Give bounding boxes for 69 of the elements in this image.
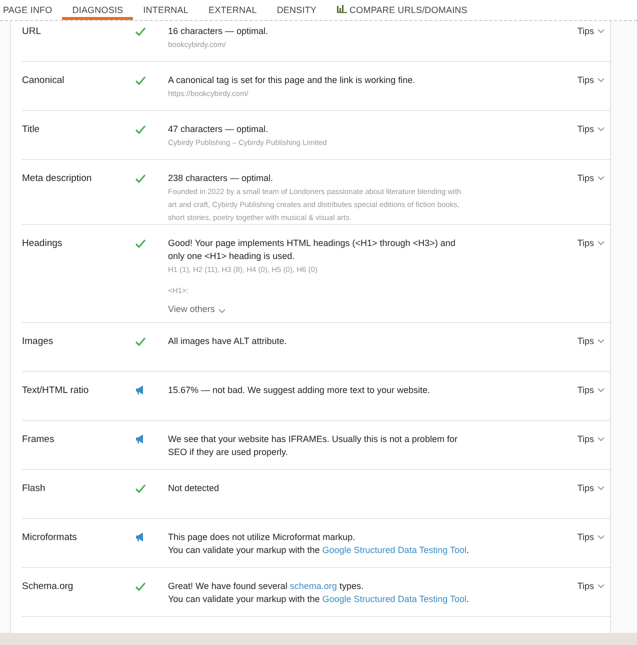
chevron-down-icon	[597, 485, 605, 491]
view-others-button[interactable]: View others	[168, 303, 226, 316]
tips-button[interactable]: Tips	[577, 25, 605, 37]
check-label: Text/HTML ratio	[22, 384, 90, 398]
tab[interactable]: PAGE INFO	[3, 0, 62, 20]
tab[interactable]: DIAGNOSIS	[62, 0, 134, 20]
checkmark-icon	[135, 484, 146, 493]
bar-chart-icon	[336, 4, 347, 13]
tips-button[interactable]: Tips	[577, 482, 605, 494]
check-message: All images have ALT attribute.	[168, 335, 288, 348]
check-label: URL	[22, 25, 42, 39]
link[interactable]: Google Structured Data Testing Tool	[322, 594, 467, 604]
check-message: Great! We have found several schema.org types.	[168, 580, 364, 593]
chevron-down-icon	[597, 387, 605, 393]
check-message: A canonical tag is set for this page and the link is working fine.	[168, 74, 416, 87]
check-message: 238 characters — optimal.	[168, 172, 274, 185]
check-label: Headings	[22, 237, 64, 251]
tips-button[interactable]: Tips	[577, 531, 605, 543]
check-label: Meta description	[22, 172, 93, 186]
tips-button[interactable]: Tips	[577, 123, 605, 135]
checkmark-icon	[135, 26, 146, 36]
check-message: 47 characters — optimal.	[168, 123, 270, 136]
chevron-down-icon	[597, 436, 605, 442]
check-label: Frames	[22, 433, 56, 447]
check-message: We see that your website has IFRAMEs. Usually this is not a problem for SEO if they are used properly.	[168, 433, 458, 459]
check-label: Title	[22, 123, 41, 137]
megaphone-icon	[135, 434, 145, 444]
chevron-down-icon	[597, 534, 605, 540]
tips-button[interactable]: Tips	[577, 74, 605, 86]
checkmark-icon	[135, 76, 146, 85]
link[interactable]: Google Structured Data Testing Tool	[322, 545, 467, 555]
megaphone-icon	[135, 385, 145, 396]
check-message: 16 characters — optimal.	[168, 25, 270, 38]
check-message: Good! Your page implements HTML headings (<H1> through <H3>) and only one <H1> heading is used.	[168, 237, 456, 263]
checkmark-icon	[135, 174, 146, 183]
chevron-down-icon	[218, 308, 226, 314]
check-label: Images	[22, 335, 54, 349]
tips-button[interactable]: Tips	[577, 237, 605, 249]
checkmark-icon	[135, 238, 146, 248]
megaphone-icon	[135, 532, 145, 542]
link[interactable]: schema.org	[290, 581, 337, 591]
tab[interactable]: DENSITY	[266, 0, 327, 20]
tips-button[interactable]: Tips	[577, 580, 605, 592]
tab[interactable]: INTERNAL	[133, 0, 198, 20]
chevron-down-icon	[597, 583, 605, 589]
chevron-down-icon	[597, 126, 605, 132]
chevron-down-icon	[597, 28, 605, 34]
check-label: Microformats	[22, 531, 78, 545]
chevron-down-icon	[597, 77, 605, 83]
check-message: Not detected	[168, 482, 220, 495]
checkmark-icon	[135, 336, 146, 346]
check-message: 15.67% — not bad. We suggest adding more text to your website.	[168, 384, 431, 397]
check-message: You can validate your markup with the Google Structured Data Testing Tool.	[168, 593, 468, 606]
tips-button[interactable]: Tips	[577, 335, 605, 347]
checkmark-icon	[135, 582, 146, 591]
check-label: Flash	[22, 482, 46, 496]
chevron-down-icon	[597, 240, 605, 246]
tips-button[interactable]: Tips	[577, 172, 605, 184]
tips-button[interactable]: Tips	[577, 433, 605, 445]
check-message: This page does not utilize Microformat markup.	[168, 531, 356, 544]
tab[interactable]: COMPARE URLS/DOMAINS	[326, 0, 478, 20]
check-label: Canonical	[22, 74, 66, 88]
chevron-down-icon	[597, 338, 605, 344]
check-label: Schema.org	[22, 580, 74, 594]
check-message: You can validate your markup with the Google Structured Data Testing Tool.	[168, 544, 468, 557]
checkmark-icon	[135, 124, 146, 134]
tips-button[interactable]: Tips	[577, 384, 605, 396]
chevron-down-icon	[597, 175, 605, 181]
tab[interactable]: EXTERNAL	[198, 0, 267, 20]
